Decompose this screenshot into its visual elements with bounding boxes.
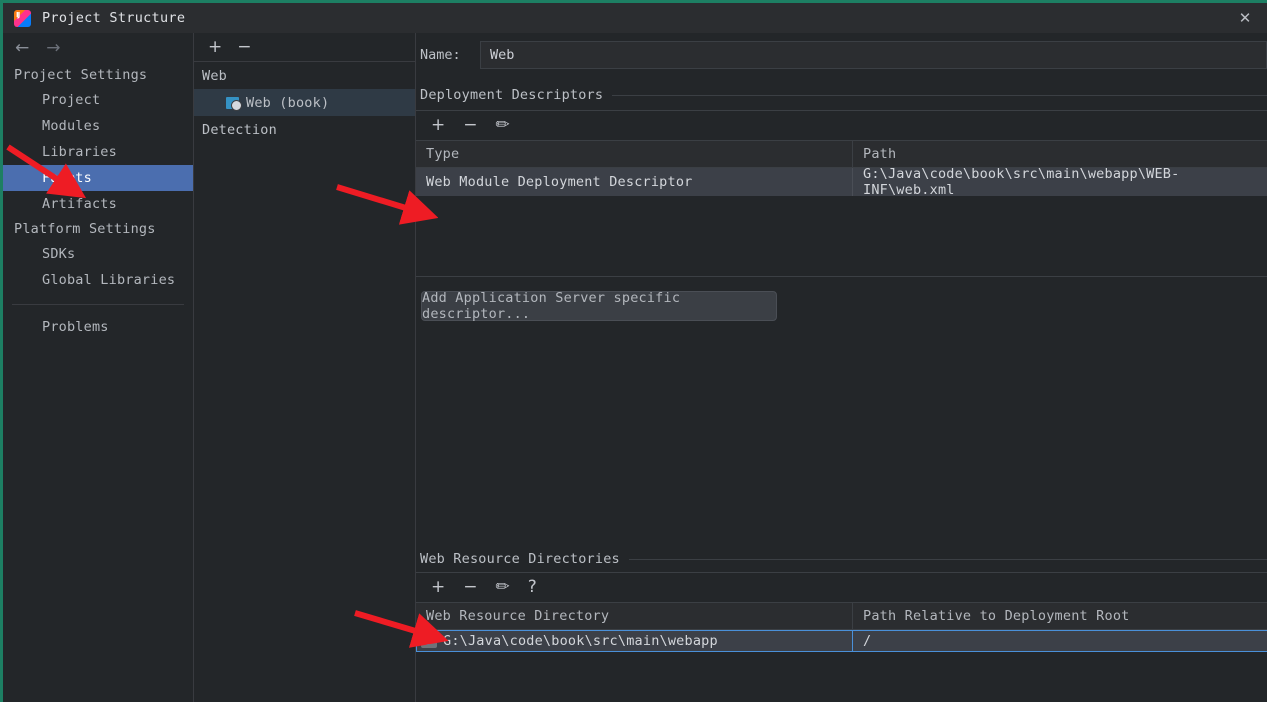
- section-rule: [612, 94, 1267, 96]
- deployment-descriptors-table-header: Type Path: [416, 141, 1267, 168]
- edit-web-resource-icon[interactable]: ✏: [496, 579, 510, 596]
- title-bar: Project Structure ✕: [3, 3, 1267, 33]
- sidebar-group-platform-settings: Platform Settings: [14, 221, 156, 237]
- add-web-resource-icon[interactable]: +: [431, 579, 445, 596]
- sidebar-item-artifacts[interactable]: Artifacts: [3, 191, 193, 217]
- deployment-descriptors-title: Deployment Descriptors: [416, 77, 1267, 110]
- add-application-server-descriptor-button[interactable]: Add Application Server specific descript…: [421, 290, 777, 322]
- facets-tree-item-web-book[interactable]: Web (book): [194, 89, 415, 116]
- section-rule: [628, 558, 1267, 560]
- sidebar-item-global-libraries[interactable]: Global Libraries: [3, 267, 193, 293]
- web-facet-icon: [226, 96, 242, 111]
- sidebar-item-facets[interactable]: Facets: [3, 165, 193, 191]
- web-resource-directories-title: Web Resource Directories: [416, 541, 1267, 574]
- directory-icon: [421, 634, 437, 648]
- remove-web-resource-icon[interactable]: −: [463, 579, 477, 596]
- web-resource-directories-table-header: Web Resource Directory Path Relative to …: [416, 603, 1267, 630]
- deployment-descriptors-toolbar: + − ✏: [416, 110, 1267, 141]
- name-row: Name: Web: [416, 33, 1267, 77]
- column-header-path[interactable]: Path: [853, 141, 1267, 167]
- facets-tree-panel: + − Web Web (book) Detection: [193, 33, 416, 702]
- remove-descriptor-icon[interactable]: −: [463, 117, 477, 134]
- remove-facet-icon[interactable]: −: [237, 38, 251, 56]
- forward-arrow-icon[interactable]: →: [46, 39, 60, 57]
- deployment-descriptors-table-empty-area: [416, 196, 1267, 277]
- add-facet-icon[interactable]: +: [208, 38, 222, 56]
- column-header-type[interactable]: Type: [416, 141, 853, 167]
- add-descriptor-icon[interactable]: +: [431, 117, 445, 134]
- close-icon[interactable]: ✕: [1223, 3, 1267, 33]
- name-label: Name:: [420, 47, 461, 63]
- sidebar-item-modules[interactable]: Modules: [3, 113, 193, 139]
- facet-detail-panel: Name: Web Deployment Descriptors + − ✏ T…: [416, 33, 1267, 702]
- web-resource-directories-table: Web Resource Directory Path Relative to …: [416, 603, 1267, 652]
- table-row[interactable]: Web Module Deployment Descriptor G:\Java…: [416, 166, 1267, 198]
- sidebar-group-project-settings: Project Settings: [14, 67, 148, 83]
- facets-tree-group-web[interactable]: Web: [194, 62, 415, 89]
- web-resource-directories-title-label: Web Resource Directories: [420, 551, 620, 567]
- deployment-descriptors-title-label: Deployment Descriptors: [420, 87, 604, 103]
- web-resource-directories-toolbar: + − ✏ ?: [416, 572, 1267, 603]
- deployment-descriptors-table: Type Path Web Module Deployment Descript…: [416, 141, 1267, 277]
- edit-descriptor-icon[interactable]: ✏: [496, 117, 510, 134]
- intellij-idea-logo-icon: [14, 9, 31, 27]
- sidebar-item-problems[interactable]: Problems: [3, 314, 193, 340]
- cell-web-resource-directory[interactable]: G:\Java\code\book\src\main\webapp: [416, 630, 853, 652]
- facets-tree-group-web-label: Web: [202, 67, 227, 84]
- name-input[interactable]: Web: [480, 41, 1267, 69]
- table-row[interactable]: G:\Java\code\book\src\main\webapp /: [416, 630, 1267, 652]
- back-arrow-icon[interactable]: ←: [15, 39, 29, 57]
- cell-descriptor-path: G:\Java\code\book\src\main\webapp\WEB-IN…: [863, 166, 1180, 198]
- facets-tree-item-web-book-label: Web (book): [246, 94, 330, 111]
- sidebar-item-sdks[interactable]: SDKs: [3, 241, 193, 267]
- window-title: Project Structure: [42, 10, 186, 26]
- cell-descriptor-type: Web Module Deployment Descriptor: [416, 168, 853, 196]
- cell-web-resource-directory-text: G:\Java\code\book\src\main\webapp: [443, 633, 718, 649]
- cell-path-relative-to-deployment-root[interactable]: /: [853, 630, 1267, 652]
- column-header-path-relative[interactable]: Path Relative to Deployment Root: [853, 603, 1267, 629]
- sidebar-item-libraries[interactable]: Libraries: [3, 139, 193, 165]
- help-icon[interactable]: ?: [528, 579, 537, 596]
- facets-toolbar: + −: [194, 33, 415, 62]
- settings-sidebar: ← → Project Settings Project Modules Lib…: [3, 33, 193, 702]
- facets-tree-group-detection-label: Detection: [202, 121, 277, 138]
- facets-tree-group-detection[interactable]: Detection: [194, 116, 415, 143]
- project-structure-dialog: Project Structure ✕ ← → Project Settings…: [0, 0, 1267, 702]
- navigation-bar: ← →: [3, 33, 193, 63]
- sidebar-divider: [12, 304, 184, 305]
- web-resource-directories-section: + − ✏ ? Web Resource Directory Path Rela…: [416, 572, 1267, 652]
- sidebar-item-project[interactable]: Project: [3, 87, 193, 113]
- column-header-web-resource-directory[interactable]: Web Resource Directory: [416, 603, 853, 629]
